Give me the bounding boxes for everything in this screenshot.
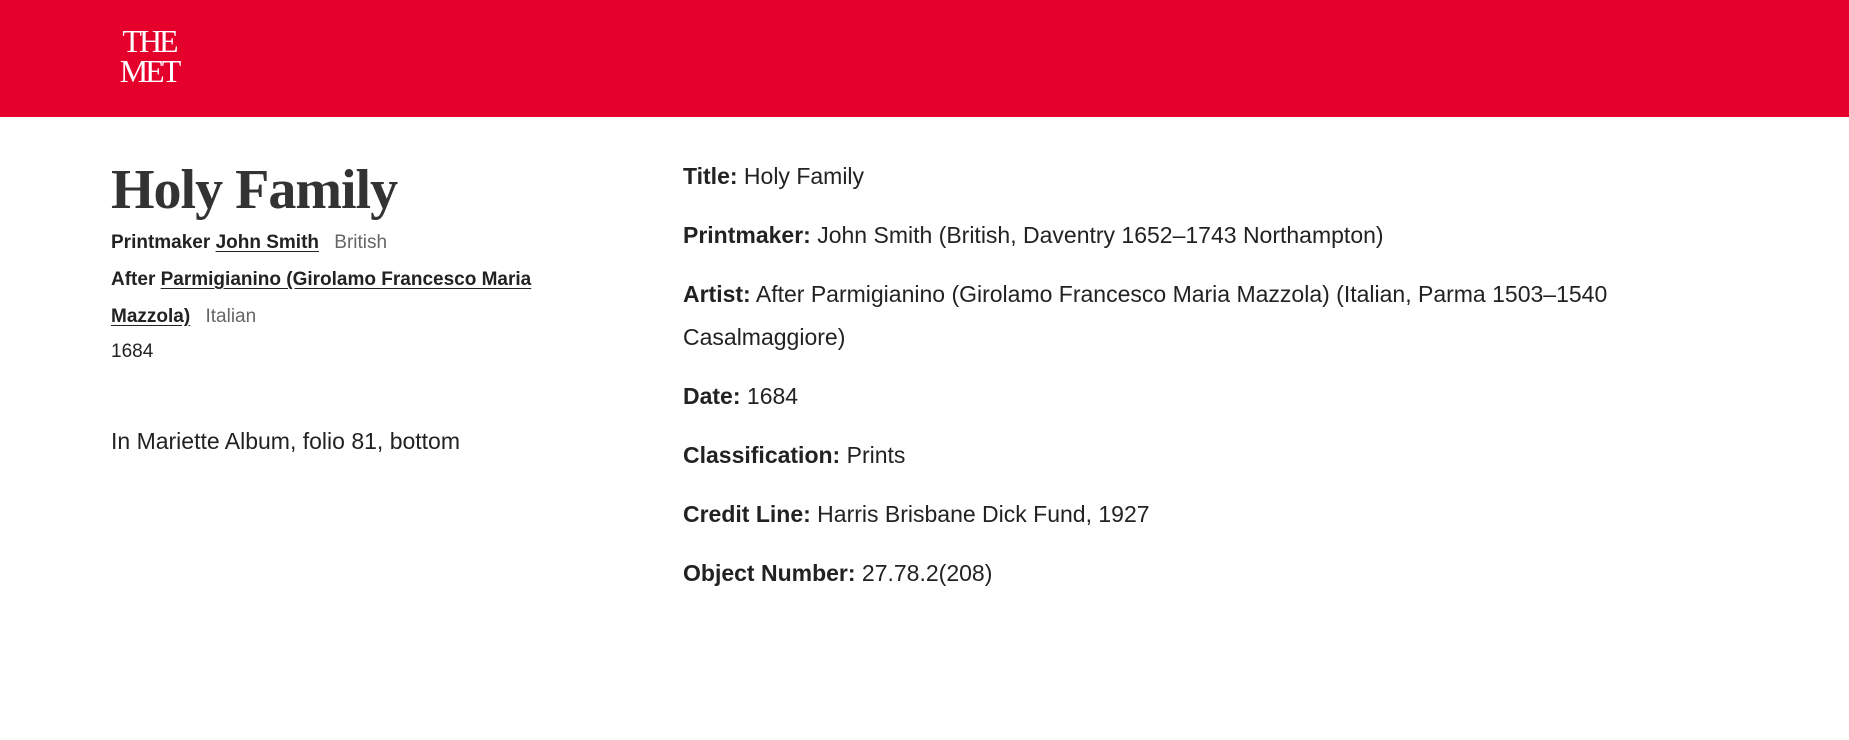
- detail-date-label: Date:: [683, 383, 741, 409]
- detail-object-number-label: Object Number:: [683, 560, 856, 586]
- artist-nationality: Italian: [205, 306, 257, 327]
- detail-object-number: Object Number: 27.78.2(208): [683, 552, 1613, 595]
- detail-printmaker-value: John Smith (British, Daventry 1652–1743 …: [817, 222, 1384, 248]
- detail-credit-value: Harris Brisbane Dick Fund, 1927: [817, 501, 1150, 527]
- site-header: THE MET: [0, 0, 1849, 117]
- printmaker-nationality: British: [334, 232, 388, 253]
- met-logo[interactable]: THE MET: [116, 23, 182, 90]
- object-description: In Mariette Album, folio 81, bottom: [111, 428, 461, 454]
- printmaker-line: Printmaker John Smith British: [111, 224, 561, 261]
- detail-artist-value: After Parmigianino (Girolamo Francesco M…: [683, 281, 1608, 350]
- detail-title-value: Holy Family: [743, 163, 865, 189]
- detail-classification: Classification: Prints: [683, 434, 1613, 477]
- object-date: 1684: [111, 341, 154, 362]
- object-title: Holy Family: [111, 159, 398, 221]
- detail-artist-label: Artist:: [683, 281, 751, 307]
- detail-printmaker: Printmaker: John Smith (British, Daventr…: [683, 214, 1613, 257]
- detail-title-label: Title:: [683, 163, 738, 189]
- detail-classification-value: Prints: [846, 442, 906, 468]
- detail-date-value: 1684: [746, 383, 799, 409]
- object-summary: Holy Family Printmaker John Smith Britis…: [111, 156, 561, 454]
- detail-credit-line: Credit Line: Harris Brisbane Dick Fund, …: [683, 493, 1613, 536]
- detail-classification-label: Classification:: [683, 442, 841, 468]
- detail-title: Title: Holy Family: [683, 155, 1613, 198]
- logo-line-2: MET: [119, 53, 182, 89]
- detail-printmaker-label: Printmaker:: [683, 222, 811, 248]
- artist-role: After: [111, 269, 156, 290]
- object-details: Title: Holy Family Printmaker: John Smit…: [683, 155, 1613, 611]
- detail-artist: Artist: After Parmigianino (Girolamo Fra…: [683, 273, 1613, 359]
- detail-date: Date: 1684: [683, 375, 1613, 418]
- detail-credit-label: Credit Line:: [683, 501, 811, 527]
- printmaker-link[interactable]: John Smith: [216, 232, 319, 253]
- artist-link[interactable]: Parmigianino (Girolamo Francesco Maria M…: [111, 269, 531, 327]
- artist-line: After Parmigianino (Girolamo Francesco M…: [111, 261, 561, 335]
- detail-object-number-value: 27.78.2(208): [861, 560, 993, 586]
- logo-line-1: THE: [122, 23, 178, 59]
- printmaker-role: Printmaker: [111, 232, 211, 253]
